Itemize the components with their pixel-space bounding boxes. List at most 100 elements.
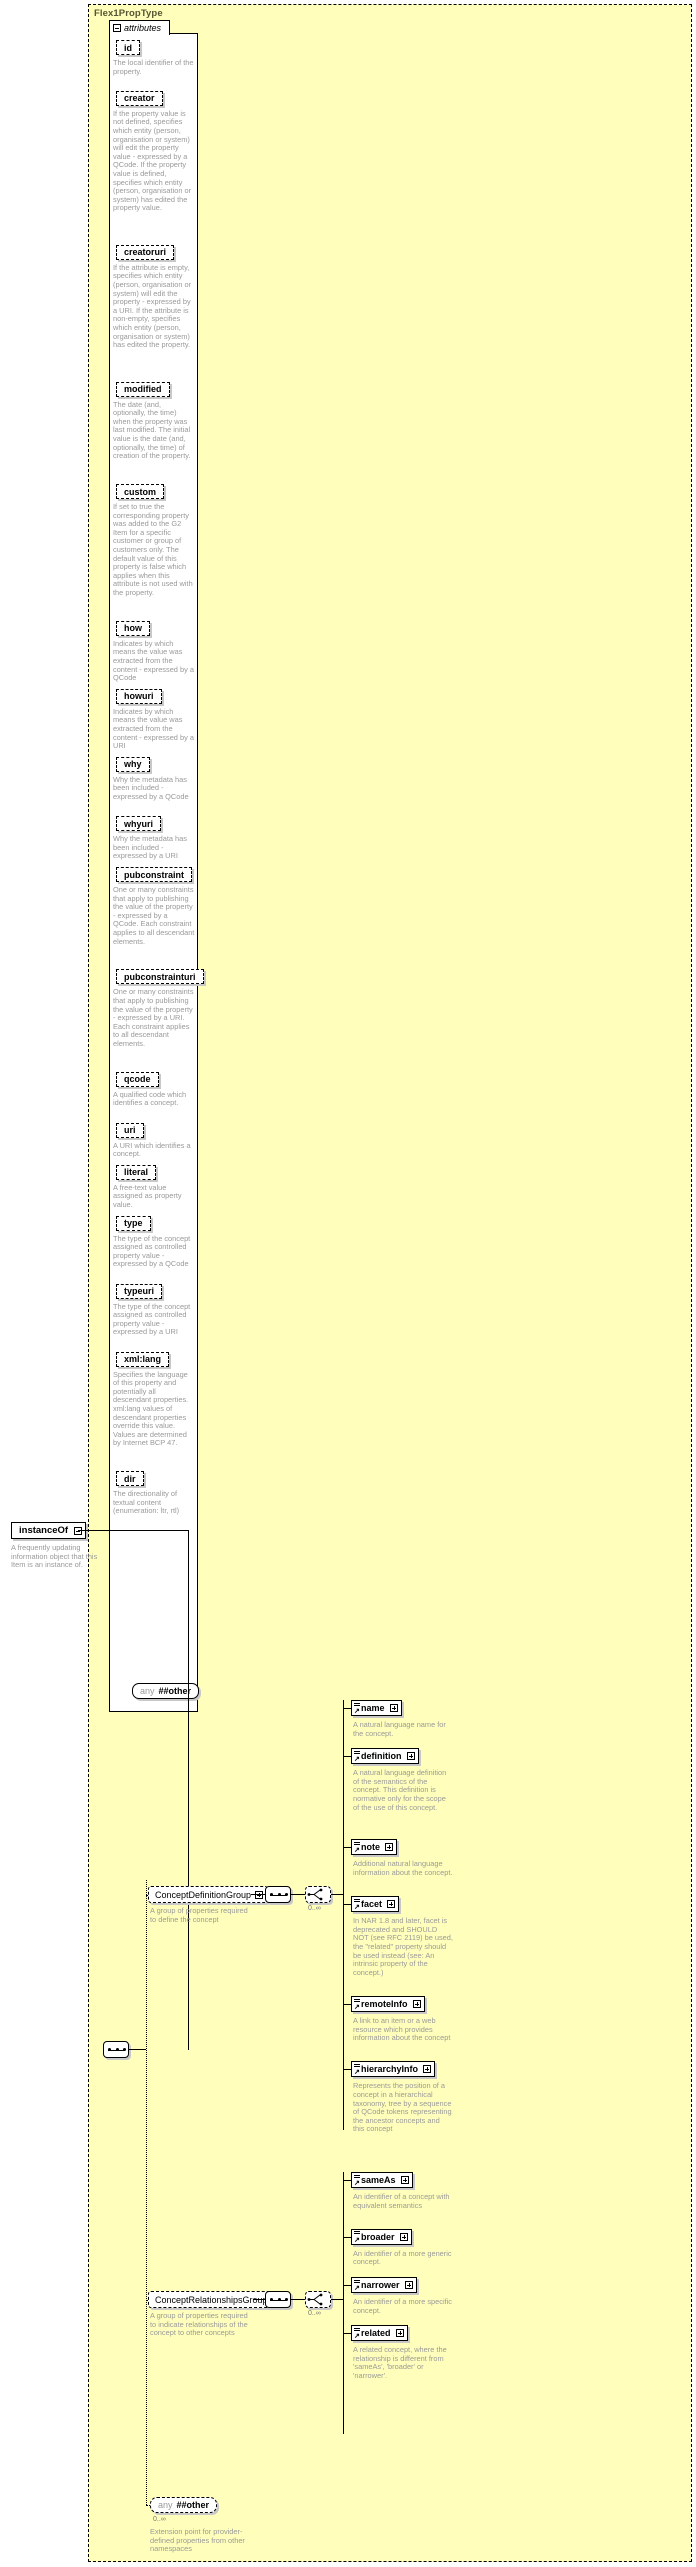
element-description: Additional natural language information … — [353, 1859, 453, 1877]
connector-to-element — [343, 2285, 351, 2286]
attribute-label: creatoruri — [124, 247, 167, 258]
attribute-description: A qualified code which identifies a conc… — [113, 1089, 187, 1108]
attribute-label: creator — [124, 93, 155, 104]
attribute-label: typeuri — [124, 1286, 155, 1297]
reference-arrow-icon: ↗ — [354, 2236, 360, 2244]
attribute-node-whyuri[interactable]: whyuri — [116, 816, 162, 832]
attribute-label: id — [124, 42, 132, 53]
root-element-description: A frequently updating information object… — [11, 1543, 98, 1570]
choice-compositor-group1[interactable] — [305, 2291, 331, 2308]
attribute-description: Why the metadata has been included - exp… — [113, 774, 189, 801]
attribute-node-howuri[interactable]: howuri — [116, 688, 162, 704]
type-title: Flex1PropType — [94, 8, 163, 19]
connector-to-element — [343, 1708, 351, 1709]
root-element-instanceof[interactable]: instanceOf — [11, 1522, 87, 1539]
expand-icon[interactable] — [423, 2065, 432, 2074]
element-node-remoteinfo[interactable]: ↗ remoteInfo — [351, 1996, 425, 2012]
expand-icon[interactable] — [399, 2232, 408, 2241]
attribute-node-dir[interactable]: dir — [116, 1471, 144, 1487]
element-label: facet — [361, 1899, 383, 1910]
sequence-dot — [285, 2298, 288, 2301]
element-description: Represents the position of a concept in … — [353, 2081, 452, 2134]
attribute-node-creatoruri[interactable]: creatoruri — [116, 244, 175, 260]
attribute-description: The directionality of textual content (e… — [113, 1489, 180, 1516]
sequence-compositor-group0[interactable] — [265, 1886, 291, 1903]
connector-instanceof — [78, 1530, 188, 1531]
element-node-definition[interactable]: ↗ definition — [351, 1748, 419, 1765]
expand-icon[interactable] — [400, 2176, 409, 2184]
attribute-label: modified — [124, 384, 162, 395]
connector-to-element — [343, 2069, 351, 2071]
attribute-label: custom — [124, 486, 157, 497]
choice-compositor-group0[interactable] — [305, 1886, 331, 1903]
sequence-dot — [270, 1893, 273, 1896]
reference-arrow-icon: ↗ — [354, 1904, 360, 1912]
attribute-node-xml-lang[interactable]: xml:lang — [116, 1351, 170, 1367]
body-any-node[interactable]: any ##other — [150, 2497, 218, 2513]
element-description: An identifier of a more generic concept. — [353, 2248, 452, 2267]
attribute-node-how[interactable]: how — [116, 620, 150, 636]
expand-icon[interactable] — [389, 1704, 398, 1712]
reference-arrow-icon: ↗ — [354, 1847, 360, 1855]
attribute-node-creator[interactable]: creator — [116, 90, 163, 106]
group-label: ConceptDefinitionGroup — [155, 1889, 252, 1900]
attribute-description: The type of the concept assigned as cont… — [113, 1233, 191, 1269]
attribute-node-pubconstraint[interactable]: pubconstraint — [116, 867, 192, 882]
element-description: A natural language definition of the sem… — [353, 1768, 447, 1812]
connector-trunk-to-sequence — [129, 2049, 146, 2050]
attribute-description: The local identifier of the property. — [113, 58, 194, 76]
element-node-hierarchyinfo[interactable]: ↗ hierarchyInfo — [351, 2061, 436, 2078]
expand-icon[interactable] — [385, 1843, 393, 1852]
sequence-compositor-root[interactable] — [103, 2041, 129, 2058]
collapse-icon[interactable] — [113, 24, 121, 32]
attribute-node-id[interactable]: id — [116, 40, 140, 55]
attribute-label: xml:lang — [124, 1354, 162, 1365]
attributes-tab[interactable]: attributes — [109, 20, 170, 35]
element-node-related[interactable]: ↗ related — [351, 2325, 408, 2342]
reference-arrow-icon: ↗ — [354, 2180, 360, 2187]
attribute-node-modified[interactable]: modified — [116, 381, 170, 397]
root-element-label: instanceOf — [19, 1525, 69, 1536]
element-node-facet[interactable]: ↗ facet — [351, 1896, 400, 1913]
members-spine-group1 — [343, 2172, 344, 2434]
expand-icon[interactable] — [412, 2000, 421, 2008]
element-node-sameas[interactable]: ↗ sameAs — [351, 2172, 413, 2188]
connector-to-element — [343, 2333, 351, 2335]
connector-to-element — [343, 2004, 351, 2005]
attribute-node-why[interactable]: why — [116, 756, 150, 772]
attribute-description: Indicates by which means the value was e… — [113, 638, 194, 683]
element-node-note[interactable]: ↗ note — [351, 1839, 397, 1856]
connector-group1-to-seq — [253, 2299, 265, 2300]
attribute-node-literal[interactable]: literal — [116, 1164, 157, 1180]
attribute-node-qcode[interactable]: qcode — [116, 1071, 159, 1087]
element-description: In NAR 1.8 and later, facet is deprecate… — [353, 1916, 453, 1977]
attribute-description: The type of the concept assigned as cont… — [113, 1301, 191, 1337]
attribute-node-typeuri[interactable]: typeuri — [116, 1283, 163, 1299]
group-description: A group of properties required to define… — [150, 1906, 248, 1924]
expand-icon[interactable] — [406, 1752, 415, 1761]
attribute-description: A free-text value assigned as property v… — [113, 1182, 182, 1209]
attribute-description: A URI which identifies a concept. — [113, 1140, 191, 1159]
sequence-compositor-group1[interactable] — [265, 2291, 291, 2308]
attribute-description: If the attribute is empty, specifies whi… — [113, 262, 192, 350]
element-description: An identifier of a concept with equivale… — [353, 2192, 450, 2210]
element-label: sameAs — [361, 2175, 396, 2185]
connector-to-element — [343, 2236, 351, 2238]
members-spine-group0 — [343, 1700, 344, 2130]
attribute-label: literal — [124, 1167, 149, 1178]
expand-icon[interactable] — [387, 1900, 396, 1909]
attribute-description: Why the metadata has been included - exp… — [113, 834, 187, 861]
attribute-node-pubconstrainturi[interactable]: pubconstrainturi — [116, 969, 204, 985]
reference-arrow-icon: ↗ — [354, 1708, 360, 1715]
element-label: remoteInfo — [361, 1999, 408, 2009]
element-node-narrower[interactable]: ↗ narrower — [351, 2277, 417, 2293]
expand-icon[interactable] — [395, 2329, 404, 2338]
choice-glyph — [307, 1888, 323, 1901]
attribute-node-uri[interactable]: uri — [116, 1122, 144, 1138]
attribute-node-custom[interactable]: custom — [116, 484, 165, 499]
element-node-name[interactable]: ↗ name — [351, 1700, 402, 1716]
element-node-broader[interactable]: ↗ broader — [351, 2228, 412, 2245]
attribute-node-type[interactable]: type — [116, 1215, 151, 1231]
expand-icon[interactable] — [404, 2281, 413, 2289]
sequence-dot — [277, 1893, 281, 1896]
